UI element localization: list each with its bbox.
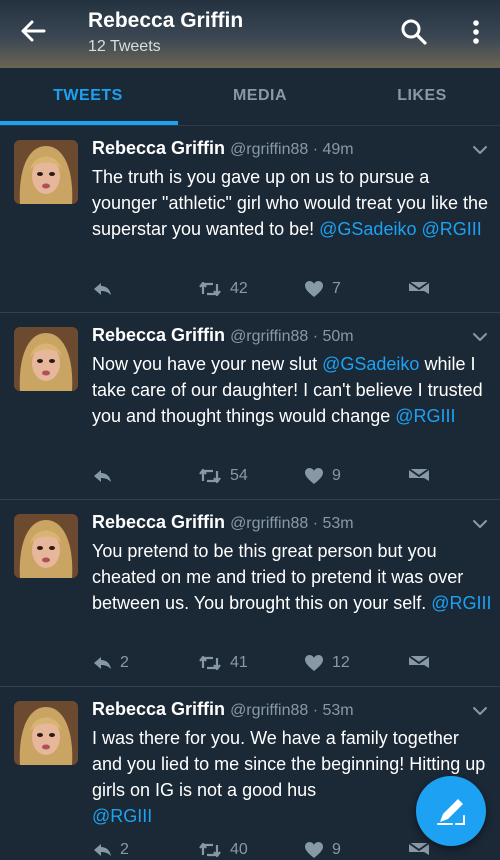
tweet-author[interactable]: Rebecca Griffin @rgriffin88 · 53m [92, 512, 354, 533]
tweet-item[interactable]: Rebecca Griffin @rgriffin88 · 53m You pr… [0, 500, 500, 687]
retweet-count: 40 [230, 841, 248, 858]
retweet-button[interactable]: 40 [198, 839, 248, 860]
direct-message-button[interactable] [408, 278, 430, 300]
retweet-count: 54 [230, 467, 248, 484]
retweet-button[interactable]: 41 [198, 652, 248, 674]
direct-message-icon [408, 468, 430, 481]
heart-icon [305, 468, 323, 484]
tab-tweets[interactable]: TWEETS [5, 68, 171, 126]
retweet-count: 41 [230, 654, 248, 671]
like-button[interactable]: 7 [304, 278, 341, 300]
direct-message-icon [408, 655, 430, 668]
tweet-text: Now you have your new slut @GSadeiko whi… [92, 351, 492, 429]
back-arrow-icon[interactable] [18, 16, 48, 46]
retweet-icon [199, 281, 221, 297]
direct-message-button[interactable] [408, 652, 430, 674]
author-name[interactable]: Rebecca Griffin [92, 699, 225, 719]
author-name[interactable]: Rebecca Griffin [92, 512, 225, 532]
reply-icon [94, 657, 111, 669]
author-name[interactable]: Rebecca Griffin [92, 325, 225, 345]
author-handle-time: @rgriffin88 · 53m [230, 515, 354, 532]
tweet-text: The truth is you gave up on us to pursue… [92, 164, 492, 242]
reply-button[interactable] [92, 278, 120, 300]
author-handle-time: @rgriffin88 · 53m [230, 702, 354, 719]
like-count: 7 [332, 280, 341, 297]
mention-link[interactable]: @RGIII [431, 593, 491, 613]
active-tab-indicator [0, 121, 178, 125]
avatar[interactable] [14, 514, 78, 578]
author-name[interactable]: Rebecca Griffin [92, 138, 225, 158]
like-button[interactable]: 12 [304, 652, 350, 674]
tweet-body: Now you have your new slut [92, 354, 323, 374]
tweet-feed: Rebecca Griffin @rgriffin88 · 49m The tr… [0, 126, 500, 860]
like-button[interactable]: 9 [304, 465, 341, 487]
profile-tabs: TWEETS MEDIA LIKES [0, 68, 500, 126]
avatar[interactable] [14, 701, 78, 765]
tweet-actions: 54 9 [92, 465, 492, 489]
mention-link[interactable]: @GSadeiko [322, 354, 419, 374]
reply-count: 2 [120, 841, 129, 858]
more-vertical-icon[interactable] [466, 18, 486, 46]
reply-icon [94, 470, 111, 482]
tweet-actions: 2 41 12 [92, 652, 492, 676]
tweet-item[interactable]: Rebecca Griffin @rgriffin88 · 49m The tr… [0, 126, 500, 313]
profile-name-title: Rebecca Griffin [88, 9, 244, 32]
author-handle-time: @rgriffin88 · 50m [230, 328, 354, 345]
retweet-button[interactable]: 54 [198, 465, 248, 487]
retweet-icon [199, 468, 221, 484]
tweet-author[interactable]: Rebecca Griffin @rgriffin88 · 50m [92, 325, 354, 346]
like-count: 9 [332, 467, 341, 484]
mention-link[interactable]: @RGIII [395, 406, 455, 426]
like-count: 9 [332, 841, 341, 858]
retweet-icon [199, 655, 221, 671]
chevron-down-icon[interactable] [472, 144, 488, 156]
like-count: 12 [332, 654, 350, 671]
reply-button[interactable]: 2 [92, 652, 129, 674]
tweet-author[interactable]: Rebecca Griffin @rgriffin88 · 53m [92, 699, 354, 720]
compose-tweet-button[interactable] [416, 776, 486, 846]
mention-link[interactable]: @RGIII [92, 806, 152, 826]
chevron-down-icon[interactable] [472, 331, 488, 343]
like-button[interactable]: 9 [304, 839, 341, 860]
avatar[interactable] [14, 327, 78, 391]
tweet-item[interactable]: Rebecca Griffin @rgriffin88 · 50m Now yo… [0, 313, 500, 500]
tab-media[interactable]: MEDIA [177, 68, 343, 126]
retweet-icon [199, 842, 221, 858]
retweet-button[interactable]: 42 [198, 278, 248, 300]
tweet-body: You pretend to be this great person but … [92, 541, 464, 613]
heart-icon [305, 655, 323, 671]
direct-message-button[interactable] [408, 465, 430, 487]
search-icon[interactable] [400, 18, 428, 46]
retweet-count: 42 [230, 280, 248, 297]
reply-icon [94, 844, 111, 856]
reply-count: 2 [120, 654, 129, 671]
direct-message-icon [408, 281, 430, 294]
author-handle-time: @rgriffin88 · 49m [230, 141, 354, 158]
profile-header: Rebecca Griffin 12 Tweets [0, 0, 500, 68]
mention-link[interactable]: @RGIII [421, 219, 481, 239]
reply-icon [94, 283, 111, 295]
chevron-down-icon[interactable] [472, 518, 488, 530]
mention-link[interactable]: @GSadeiko [319, 219, 416, 239]
tweet-actions: 42 7 [92, 278, 492, 302]
heart-icon [305, 842, 323, 858]
tweet-count: 12 Tweets [88, 38, 161, 55]
tab-likes[interactable]: LIKES [339, 68, 500, 126]
chevron-down-icon[interactable] [472, 705, 488, 717]
tweet-author[interactable]: Rebecca Griffin @rgriffin88 · 49m [92, 138, 354, 159]
compose-icon [437, 799, 465, 825]
reply-button[interactable]: 2 [92, 839, 129, 860]
heart-icon [305, 281, 323, 297]
reply-button[interactable] [92, 465, 120, 487]
tweet-text: You pretend to be this great person but … [92, 538, 492, 616]
avatar[interactable] [14, 140, 78, 204]
